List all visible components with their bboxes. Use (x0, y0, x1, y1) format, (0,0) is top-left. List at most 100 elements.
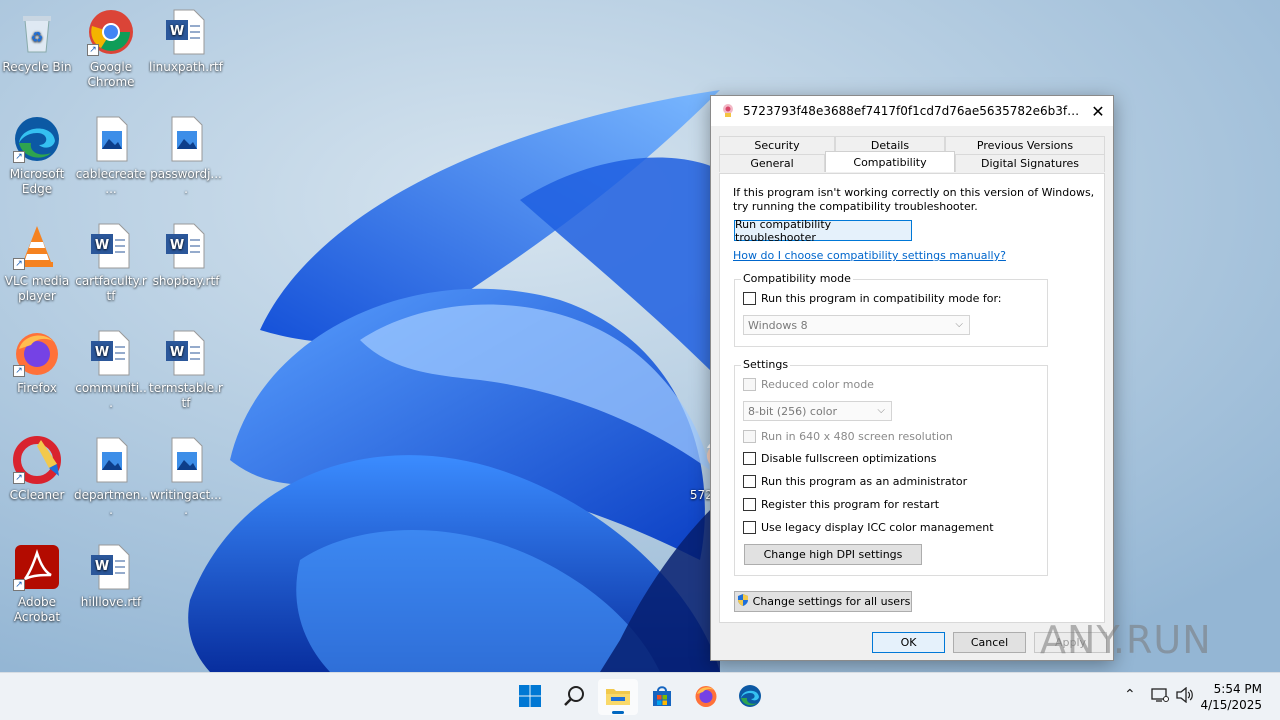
svg-text:W: W (95, 559, 109, 574)
disable-fullscreen-checkbox[interactable]: Disable fullscreen optimizations (743, 452, 937, 465)
start-icon (518, 684, 542, 711)
compatibility-mode-label: Compatibility mode (741, 272, 853, 285)
checkbox-box (743, 430, 756, 443)
compatibility-mode-group: Compatibility mode Run this program in c… (734, 272, 1048, 347)
tab-previous-versions[interactable]: Previous Versions (945, 136, 1105, 154)
desktop-icon-ccleaner[interactable]: ↗ CCleaner (0, 436, 74, 503)
ok-button[interactable]: OK (872, 632, 945, 653)
desktop-icon-departmen[interactable]: departmen... (74, 436, 148, 518)
image-file-icon (162, 436, 210, 484)
settings-label: Settings (741, 358, 791, 371)
run-640-text: Run in 640 x 480 screen resolution (761, 430, 953, 443)
tab-security[interactable]: Security (719, 136, 835, 154)
store-button[interactable] (642, 679, 682, 715)
color-depth-select: 8-bit (256) color ⌵ (743, 401, 892, 421)
chevron-down-icon: ⌵ (877, 405, 885, 416)
network-icon[interactable] (1151, 687, 1169, 707)
desktop-icon-shopbay[interactable]: W shopbay.rtf (149, 222, 223, 289)
settings-group: Settings Reduced color mode 8-bit (256) … (734, 358, 1048, 576)
desktop-icon-termstable[interactable]: W termstable.rtf (149, 329, 223, 411)
checkbox-box[interactable] (743, 521, 756, 534)
ccleaner-icon: ↗ (13, 436, 61, 484)
close-button[interactable]: ✕ (1083, 96, 1113, 126)
vlc-icon: ↗ (13, 222, 61, 270)
taskbar-clock[interactable]: 5:54 PM 4/15/2025 (1200, 681, 1262, 713)
watermark-text: ANY.RUN (1040, 618, 1212, 662)
checkbox-box[interactable] (743, 452, 756, 465)
word-document-icon: W (87, 222, 135, 270)
word-document-icon: W (162, 222, 210, 270)
edge-icon (738, 684, 762, 711)
run-troubleshooter-button[interactable]: Run compatibility troubleshooter (734, 218, 912, 244)
disable-fullscreen-text: Disable fullscreen optimizations (761, 452, 937, 465)
change-all-users-button[interactable]: Change settings for all users (734, 591, 912, 612)
clock-date: 4/15/2025 (1200, 698, 1262, 712)
os-select-value: Windows 8 (748, 318, 808, 332)
desktop-icon-cartfaculty[interactable]: W cartfaculty.rtf (74, 222, 148, 304)
chevron-up-icon[interactable]: ⌃ (1124, 687, 1136, 703)
checkbox-box (743, 378, 756, 391)
chrome-icon: ↗ (87, 8, 135, 56)
run-as-admin-text: Run this program as an administrator (761, 475, 968, 488)
tab-general[interactable]: General (719, 154, 825, 172)
legacy-icc-checkbox[interactable]: Use legacy display ICC color management (743, 521, 994, 534)
intro-text-line1: If this program isn't working correctly … (733, 186, 1095, 199)
desktop-icon-writingact[interactable]: writingact.... (149, 436, 223, 518)
checkbox-box[interactable] (743, 292, 756, 305)
word-document-icon: W (162, 8, 210, 56)
properties-dialog[interactable]: 5723793f48e3688ef7417f0f1cd7d76ae5635782… (710, 95, 1114, 661)
color-depth-value: 8-bit (256) color (748, 404, 837, 418)
reduced-color-text: Reduced color mode (761, 378, 874, 391)
desktop-icon-passwordj[interactable]: passwordj.... (149, 115, 223, 197)
firefox-icon (694, 684, 718, 711)
close-icon: ✕ (1091, 101, 1105, 121)
word-document-icon: W (87, 329, 135, 377)
desktop-icon-firefox[interactable]: ↗ Firefox (0, 329, 74, 396)
desktop-icon-cablecreate[interactable]: cablecreate... (74, 115, 148, 197)
search-button[interactable] (554, 679, 594, 715)
svg-text:W: W (170, 24, 184, 39)
reduced-color-checkbox: Reduced color mode (743, 378, 874, 391)
tab-compatibility[interactable]: Compatibility (825, 151, 955, 172)
svg-text:W: W (170, 238, 184, 253)
desktop-icon-hilllove[interactable]: W hilllove.rtf (74, 543, 148, 610)
desktop-icon-linuxpath[interactable]: W linuxpath.rtf (149, 8, 223, 75)
image-file-icon (87, 436, 135, 484)
firefox-icon: ↗ (13, 329, 61, 377)
desktop-icon-adobe-acrobat[interactable]: ↗ Adobe Acrobat (0, 543, 74, 625)
volume-icon[interactable] (1176, 686, 1194, 707)
desktop-icon-google-chrome[interactable]: ↗ Google Chrome (74, 8, 148, 90)
search-icon (563, 685, 585, 710)
chevron-down-icon: ⌵ (955, 319, 963, 330)
tab-digital-signatures[interactable]: Digital Signatures (955, 154, 1105, 172)
register-restart-text: Register this program for restart (761, 498, 940, 511)
image-file-icon (162, 115, 210, 163)
file-explorer-button[interactable] (598, 679, 638, 715)
dialog-title: 5723793f48e3688ef7417f0f1cd7d76ae5635782… (743, 104, 1083, 118)
checkbox-box[interactable] (743, 475, 756, 488)
desktop-icon-recycle-bin[interactable]: ♻ Recycle Bin (0, 8, 74, 75)
dialog-titlebar[interactable]: 5723793f48e3688ef7417f0f1cd7d76ae5635782… (711, 96, 1113, 126)
clock-time: 5:54 PM (1213, 682, 1262, 696)
checkbox-box[interactable] (743, 498, 756, 511)
desktop-icon-communiti[interactable]: W communiti... (74, 329, 148, 411)
desktop-icon-microsoft-edge[interactable]: ↗ Microsoft Edge (0, 115, 74, 197)
image-file-icon (87, 115, 135, 163)
taskbar: ⌃ 5:54 PM 4/15/2025 (0, 672, 1280, 720)
run-640-checkbox: Run in 640 x 480 screen resolution (743, 430, 953, 443)
firefox-taskbar-button[interactable] (686, 679, 726, 715)
desktop-icon-vlc[interactable]: ↗ VLC media player (0, 222, 74, 304)
manual-settings-link[interactable]: How do I choose compatibility settings m… (733, 249, 1006, 262)
word-document-icon: W (162, 329, 210, 377)
compatibility-mode-checkbox[interactable]: Run this program in compatibility mode f… (743, 292, 1002, 305)
register-restart-checkbox[interactable]: Register this program for restart (743, 498, 939, 511)
edge-taskbar-button[interactable] (730, 679, 770, 715)
cancel-button[interactable]: Cancel (953, 632, 1026, 653)
run-as-admin-checkbox[interactable]: Run this program as an administrator (743, 475, 967, 488)
start-button[interactable] (510, 679, 550, 715)
compatibility-mode-text: Run this program in compatibility mode f… (761, 292, 1002, 305)
change-dpi-button[interactable]: Change high DPI settings (744, 544, 922, 565)
svg-text:W: W (95, 345, 109, 360)
shield-icon (736, 593, 750, 610)
os-select[interactable]: Windows 8 ⌵ (743, 315, 970, 335)
